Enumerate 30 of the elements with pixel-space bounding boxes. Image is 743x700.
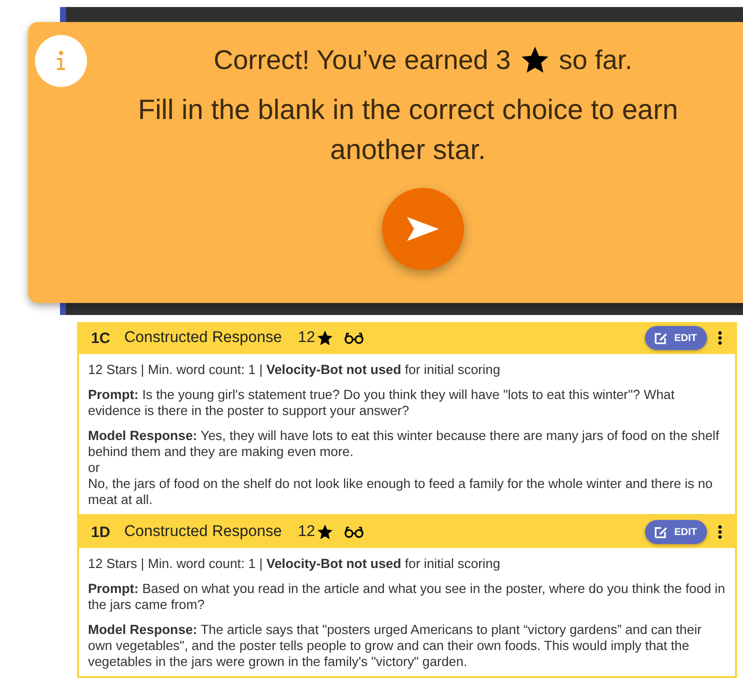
scoring-info: 12 Stars | Min. word count: 1 | Velocity-Bot not used for initial scoring [88,362,502,378]
star-count: 12 [298,329,316,347]
glasses-icon [344,332,364,344]
glasses-icon [344,526,364,538]
more-icon[interactable] [717,524,723,540]
star-icon [316,523,334,541]
question-code: 1D [91,524,110,540]
question-code: 1C [91,330,110,346]
model-response-text: Model Response: The article says that "posters urged Americans to plant “victory gardens” and can their own vegetables", and the poster tells people to grow and can their own foods. This would imply that the vegetables in the jars were grown in the family's "victory" garden. [88,622,703,670]
scoring-info: 12 Stars | Min. word count: 1 | Velocity-Bot not used for initial scoring [88,556,502,572]
more-icon[interactable] [717,330,723,346]
model-response-text: or [88,460,101,476]
edit-button[interactable]: EDIT [645,520,707,544]
toast-message: Correct! You’ve earned 3 [214,44,511,76]
star-count: 12 [298,523,316,541]
question-type: Constructed Response [124,329,282,347]
prompt-text: Prompt: Based on what you read in the article and what you see in the poster, where do you think the food in the jars came from? [88,581,726,613]
edit-icon [653,524,670,540]
next-button[interactable] [382,188,464,270]
model-response-text: Model Response: Yes, they will have lots to eat this winter because there are many jars of food on the shelf behind them and they are making even more. [88,428,720,460]
edit-icon [653,330,670,346]
arrow-icon [405,215,441,243]
info-icon [35,35,87,87]
star-icon [316,329,334,347]
edit-button[interactable]: EDIT [645,326,707,350]
toast-instruction: Fill in the blank in the correct choice to earn another star. [136,93,680,167]
toast-message: so far. [558,44,632,76]
prompt-text: Prompt: Is the young girl's statement true? Do you think they will have "lots to eat this winter"? What evidence is there in the poster to support your answer? [88,387,676,419]
question-type: Constructed Response [124,523,282,541]
model-response-text: No, the jars of food on the shelf do not look like enough to feed a family for the whole winter and there is no meat at all. [88,476,714,508]
